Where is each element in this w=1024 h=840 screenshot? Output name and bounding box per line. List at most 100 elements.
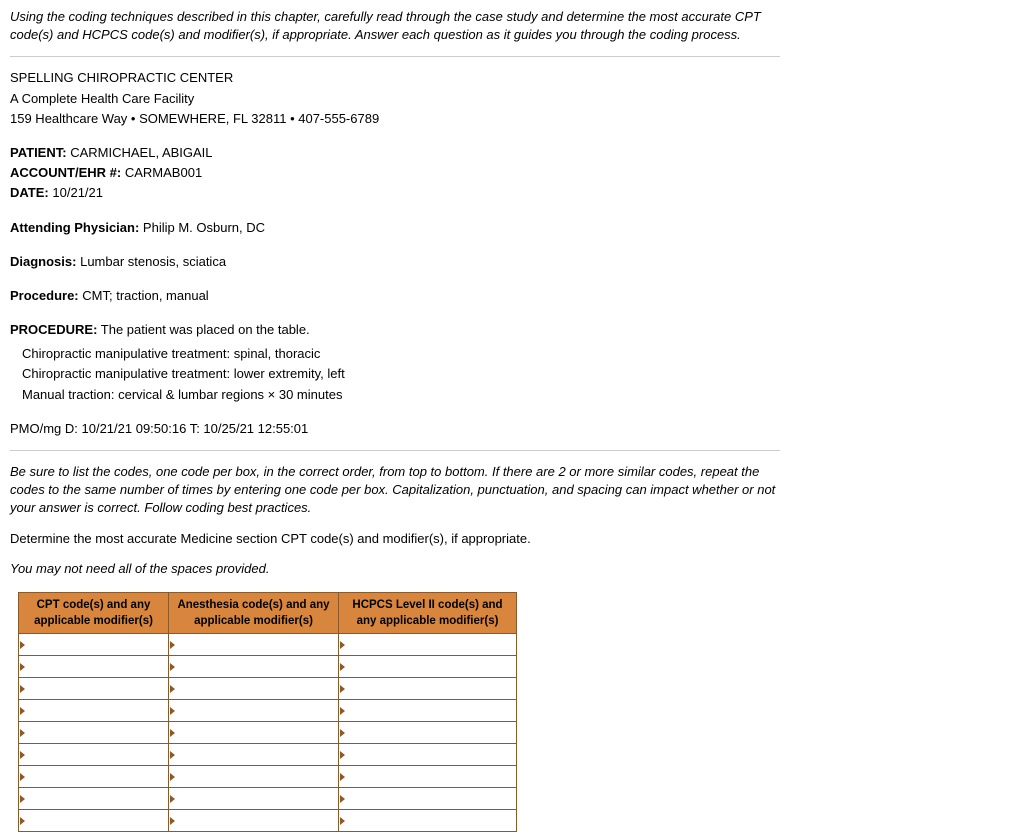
caret-icon (170, 663, 175, 671)
code-input-hcpcs-1[interactable] (339, 634, 516, 655)
code-cell-anesthesia (169, 656, 339, 678)
code-input-anesthesia-9[interactable] (169, 810, 338, 831)
attending-label: Attending Physician: (10, 220, 139, 235)
code-cell-cpt (19, 634, 169, 656)
code-cell-cpt (19, 678, 169, 700)
caret-icon (340, 795, 345, 803)
caret-icon (340, 773, 345, 781)
code-input-cpt-1[interactable] (19, 634, 168, 655)
date-label: DATE: (10, 185, 49, 200)
code-cell-anesthesia (169, 744, 339, 766)
caret-icon (170, 685, 175, 693)
code-input-hcpcs-4[interactable] (339, 700, 516, 721)
procedure-detail-block: Chiropractic manipulative treatment: spi… (10, 345, 780, 404)
code-input-cpt-3[interactable] (19, 678, 168, 699)
question-prompt: Determine the most accurate Medicine sec… (10, 530, 780, 548)
code-cell-hcpcs (339, 700, 517, 722)
table-row (19, 810, 517, 832)
code-cell-cpt (19, 656, 169, 678)
table-row (19, 634, 517, 656)
code-input-cpt-7[interactable] (19, 766, 168, 787)
code-input-cpt-6[interactable] (19, 744, 168, 765)
table-row (19, 700, 517, 722)
code-input-anesthesia-2[interactable] (169, 656, 338, 677)
code-cell-cpt (19, 810, 169, 832)
caret-icon (340, 729, 345, 737)
facility-tagline: A Complete Health Care Facility (10, 90, 780, 108)
attending-value: Philip M. Osburn, DC (143, 220, 265, 235)
procedure-detail-3: Manual traction: cervical & lumbar regio… (22, 386, 780, 404)
code-cell-anesthesia (169, 700, 339, 722)
intro-instructions: Using the coding techniques described in… (10, 8, 780, 44)
caret-icon (20, 707, 25, 715)
code-entry-table: CPT code(s) and any applicable modifier(… (18, 592, 517, 832)
code-input-anesthesia-8[interactable] (169, 788, 338, 809)
attending-line: Attending Physician: Philip M. Osburn, D… (10, 219, 780, 237)
code-input-anesthesia-5[interactable] (169, 722, 338, 743)
code-input-hcpcs-9[interactable] (339, 810, 516, 831)
code-input-cpt-5[interactable] (19, 722, 168, 743)
code-cell-anesthesia (169, 766, 339, 788)
divider-bottom (10, 450, 780, 451)
col-header-anesthesia: Anesthesia code(s) and any applicable mo… (169, 592, 339, 633)
code-input-cpt-9[interactable] (19, 810, 168, 831)
diagnosis-label: Diagnosis: (10, 254, 76, 269)
procedure-detail-1: Chiropractic manipulative treatment: spi… (22, 345, 780, 363)
case-study-body: SPELLING CHIROPRACTIC CENTER A Complete … (10, 69, 780, 438)
table-row (19, 766, 517, 788)
facility-name: SPELLING CHIROPRACTIC CENTER (10, 69, 780, 87)
account-line: ACCOUNT/EHR #: CARMAB001 (10, 164, 780, 182)
code-cell-anesthesia (169, 788, 339, 810)
account-label: ACCOUNT/EHR #: (10, 165, 121, 180)
code-cell-anesthesia (169, 678, 339, 700)
caret-icon (20, 663, 25, 671)
caret-icon (20, 729, 25, 737)
code-input-hcpcs-2[interactable] (339, 656, 516, 677)
code-cell-anesthesia (169, 722, 339, 744)
code-input-anesthesia-6[interactable] (169, 744, 338, 765)
patient-label: PATIENT: (10, 145, 67, 160)
dictation-footer: PMO/mg D: 10/21/21 09:50:16 T: 10/25/21 … (10, 420, 780, 438)
procedure-short-value: CMT; traction, manual (82, 288, 208, 303)
code-cell-hcpcs (339, 656, 517, 678)
caret-icon (20, 641, 25, 649)
code-input-hcpcs-8[interactable] (339, 788, 516, 809)
col-header-cpt: CPT code(s) and any applicable modifier(… (19, 592, 169, 633)
caret-icon (20, 795, 25, 803)
date-value: 10/21/21 (52, 185, 103, 200)
date-line: DATE: 10/21/21 (10, 184, 780, 202)
code-input-hcpcs-7[interactable] (339, 766, 516, 787)
code-input-anesthesia-1[interactable] (169, 634, 338, 655)
space-hint: You may not need all of the spaces provi… (10, 560, 780, 578)
code-input-cpt-8[interactable] (19, 788, 168, 809)
code-input-anesthesia-3[interactable] (169, 678, 338, 699)
caret-icon (170, 795, 175, 803)
col-header-hcpcs: HCPCS Level II code(s) and any applicabl… (339, 592, 517, 633)
caret-icon (20, 817, 25, 825)
code-input-hcpcs-6[interactable] (339, 744, 516, 765)
code-input-cpt-4[interactable] (19, 700, 168, 721)
code-input-cpt-2[interactable] (19, 656, 168, 677)
code-cell-cpt (19, 744, 169, 766)
code-cell-hcpcs (339, 788, 517, 810)
code-input-anesthesia-7[interactable] (169, 766, 338, 787)
table-row (19, 744, 517, 766)
code-input-hcpcs-3[interactable] (339, 678, 516, 699)
code-input-hcpcs-5[interactable] (339, 722, 516, 743)
caret-icon (340, 663, 345, 671)
code-cell-cpt (19, 766, 169, 788)
code-cell-cpt (19, 722, 169, 744)
code-cell-cpt (19, 700, 169, 722)
caret-icon (340, 685, 345, 693)
code-cell-hcpcs (339, 678, 517, 700)
caret-icon (170, 773, 175, 781)
caret-icon (170, 751, 175, 759)
procedure-long-line: PROCEDURE: The patient was placed on the… (10, 321, 780, 339)
table-row (19, 722, 517, 744)
caret-icon (170, 707, 175, 715)
account-value: CARMAB001 (125, 165, 202, 180)
caret-icon (170, 641, 175, 649)
code-input-anesthesia-4[interactable] (169, 700, 338, 721)
caret-icon (340, 707, 345, 715)
caret-icon (170, 729, 175, 737)
